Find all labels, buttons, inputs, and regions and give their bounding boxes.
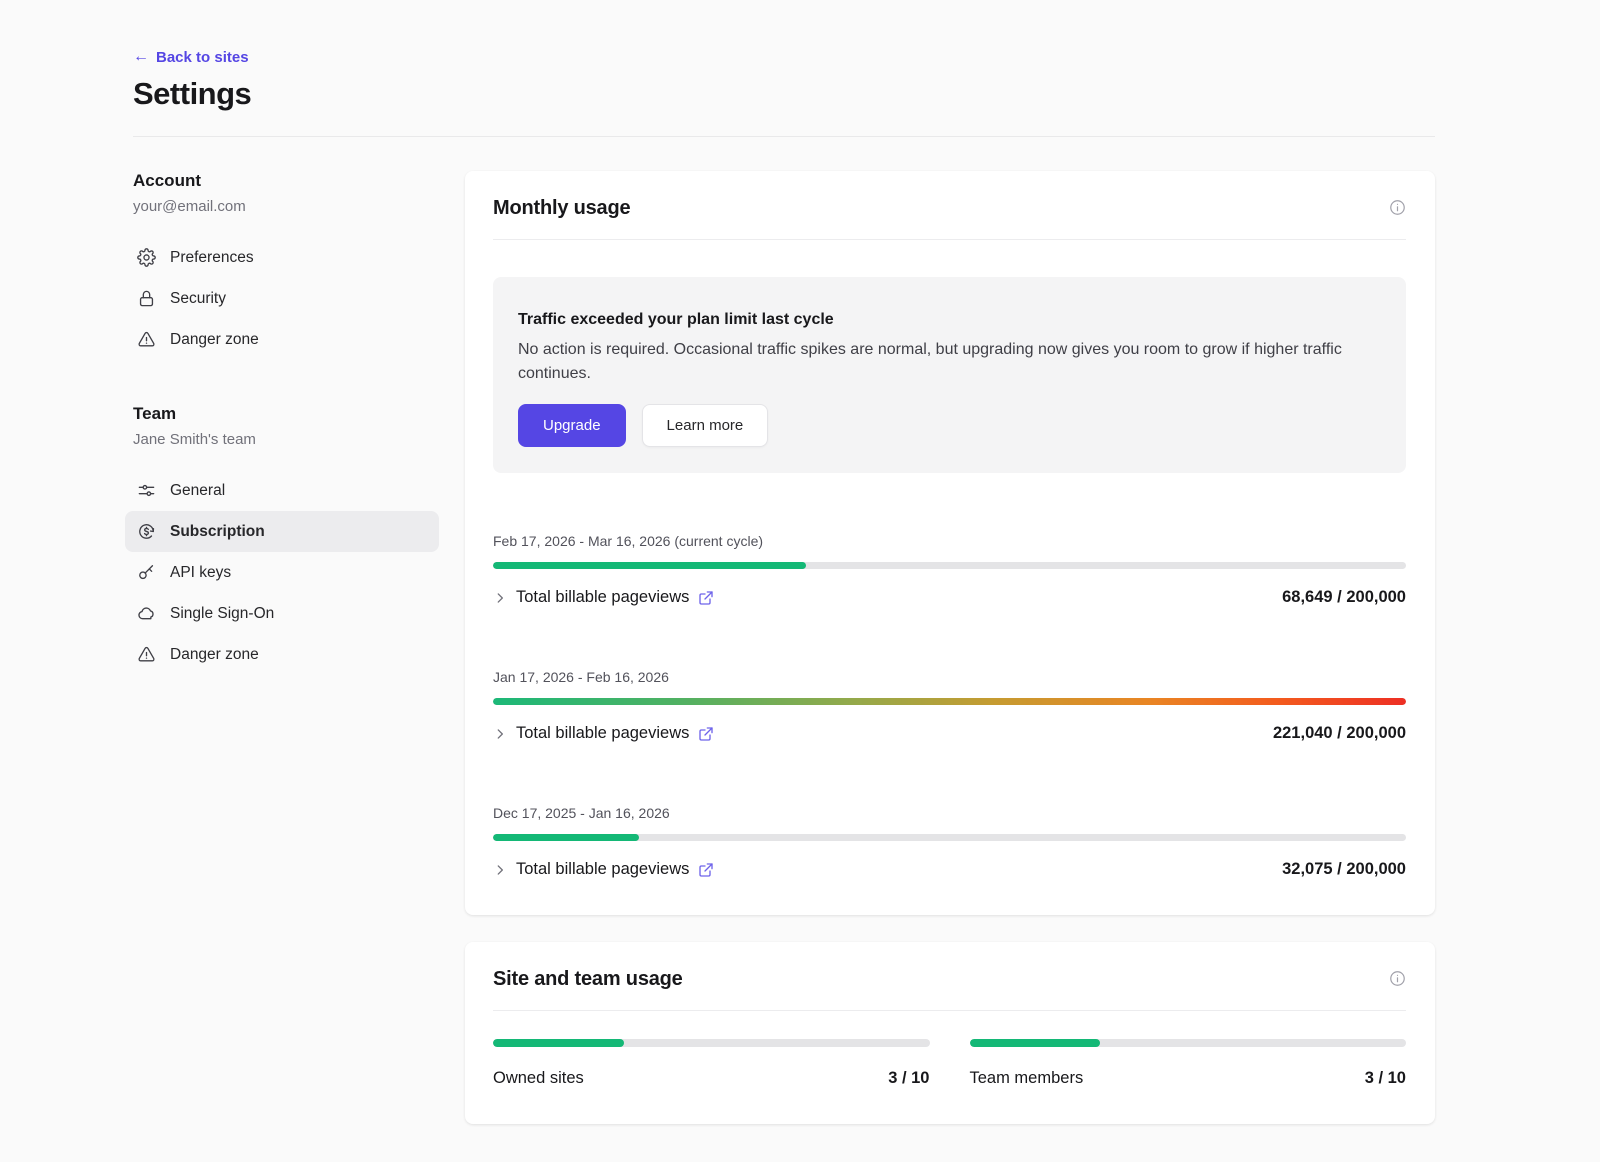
team-section-title: Team [133, 404, 465, 424]
notice-title: Traffic exceeded your plan limit last cy… [518, 311, 1381, 329]
usage-progress-track [493, 834, 1406, 841]
usage-progress-track [493, 562, 1406, 569]
chevron-right-icon[interactable] [493, 727, 507, 741]
usage-progress-fill [493, 562, 806, 569]
back-arrow-icon: ← [133, 49, 149, 65]
account-nav: Preferences Security Danger zone [125, 237, 439, 360]
sidebar-item-general[interactable]: General [125, 470, 439, 511]
cycle-period-label: Jan 17, 2026 - Feb 16, 2026 [493, 669, 1406, 685]
sidebar-item-label: Subscription [170, 523, 265, 541]
usage-cycle-previous: Jan 17, 2026 - Feb 16, 2026 Total billab… [493, 669, 1406, 743]
info-icon[interactable] [1389, 199, 1406, 216]
cycle-usage-value: 32,075 / 200,000 [1282, 860, 1406, 879]
header-divider [133, 136, 1435, 137]
settings-sidebar: Account your@email.com Preferences Secur… [133, 171, 465, 1124]
usage-cycles: Feb 17, 2026 - Mar 16, 2026 (current cyc… [493, 533, 1406, 879]
cycle-metric-label: Total billable pageviews [516, 724, 689, 743]
settings-page: ← Back to sites Settings Account your@em… [0, 0, 1600, 1124]
settings-main: Monthly usage Traffic exceeded your plan… [465, 171, 1435, 1124]
sidebar-item-label: Danger zone [170, 331, 259, 349]
cycle-metric-row[interactable]: Total billable pageviews 68,649 / 200,00… [493, 588, 1406, 607]
team-nav: General Subscription API keys [125, 470, 439, 675]
account-email: your@email.com [133, 198, 465, 215]
external-link-icon[interactable] [698, 590, 714, 606]
owned-sites-progress-fill [493, 1039, 624, 1047]
back-link-label: Back to sites [156, 49, 249, 66]
usage-progress-fill [493, 698, 1406, 705]
notice-actions: Upgrade Learn more [518, 404, 1381, 447]
sidebar-item-subscription[interactable]: Subscription [125, 511, 439, 552]
warning-icon [137, 330, 156, 349]
team-members-progress-fill [970, 1039, 1101, 1047]
monthly-usage-card: Monthly usage Traffic exceeded your plan… [465, 171, 1435, 915]
chevron-right-icon[interactable] [493, 591, 507, 605]
cycle-usage-value: 221,040 / 200,000 [1273, 724, 1406, 743]
external-link-icon[interactable] [698, 862, 714, 878]
owned-sites-value: 3 / 10 [888, 1069, 929, 1088]
gear-icon [137, 248, 156, 267]
cycle-usage-value: 68,649 / 200,000 [1282, 588, 1406, 607]
cycle-metric-row[interactable]: Total billable pageviews 32,075 / 200,00… [493, 860, 1406, 879]
card-divider [493, 1010, 1406, 1011]
sidebar-item-danger-zone-team[interactable]: Danger zone [125, 634, 439, 675]
dollar-cycle-icon [137, 522, 156, 541]
site-team-stats: Owned sites 3 / 10 Team members 3 / 10 [493, 1039, 1406, 1088]
warning-icon [137, 645, 156, 664]
sidebar-item-danger-zone-account[interactable]: Danger zone [125, 319, 439, 360]
owned-sites-label: Owned sites [493, 1069, 584, 1088]
sidebar-item-label: Preferences [170, 249, 254, 267]
page-title: Settings [133, 76, 1435, 112]
info-icon[interactable] [1389, 970, 1406, 987]
team-members-value: 3 / 10 [1365, 1069, 1406, 1088]
sidebar-item-api-keys[interactable]: API keys [125, 552, 439, 593]
cycle-period-label: Dec 17, 2025 - Jan 16, 2026 [493, 805, 1406, 821]
sidebar-item-label: API keys [170, 564, 231, 582]
usage-progress-fill [493, 834, 639, 841]
team-members-row: Team members 3 / 10 [970, 1069, 1407, 1088]
sidebar-item-single-sign-on[interactable]: Single Sign-On [125, 593, 439, 634]
chevron-right-icon[interactable] [493, 863, 507, 877]
team-members-label: Team members [970, 1069, 1084, 1088]
cycle-metric-row[interactable]: Total billable pageviews 221,040 / 200,0… [493, 724, 1406, 743]
team-section: Team Jane Smith's team General Subscript… [133, 404, 465, 675]
sliders-icon [137, 481, 156, 500]
account-section-title: Account [133, 171, 465, 191]
team-members-progress-track [970, 1039, 1407, 1047]
usage-cycle-current: Feb 17, 2026 - Mar 16, 2026 (current cyc… [493, 533, 1406, 607]
monthly-usage-title: Monthly usage [493, 197, 630, 220]
sidebar-item-label: Single Sign-On [170, 605, 274, 623]
sidebar-item-label: Danger zone [170, 646, 259, 664]
sidebar-item-preferences[interactable]: Preferences [125, 237, 439, 278]
usage-progress-track [493, 698, 1406, 705]
cycle-period-label: Feb 17, 2026 - Mar 16, 2026 (current cyc… [493, 533, 1406, 549]
main-layout: Account your@email.com Preferences Secur… [133, 171, 1435, 1124]
upgrade-button[interactable]: Upgrade [518, 404, 626, 447]
site-team-usage-header: Site and team usage [493, 968, 1406, 991]
site-team-usage-title: Site and team usage [493, 968, 683, 991]
monthly-usage-header: Monthly usage [493, 197, 1406, 220]
team-name: Jane Smith's team [133, 431, 465, 448]
cloud-icon [137, 604, 156, 623]
owned-sites-row: Owned sites 3 / 10 [493, 1069, 930, 1088]
card-divider [493, 239, 1406, 240]
traffic-exceeded-notice: Traffic exceeded your plan limit last cy… [493, 277, 1406, 473]
cycle-metric-label: Total billable pageviews [516, 588, 689, 607]
owned-sites-progress-track [493, 1039, 930, 1047]
site-team-usage-card: Site and team usage Owned sites 3 / 10 [465, 942, 1435, 1124]
sidebar-item-security[interactable]: Security [125, 278, 439, 319]
external-link-icon[interactable] [698, 726, 714, 742]
lock-icon [137, 289, 156, 308]
key-icon [137, 563, 156, 582]
learn-more-button[interactable]: Learn more [642, 404, 769, 447]
sidebar-item-label: General [170, 482, 225, 500]
back-to-sites-link[interactable]: ← Back to sites [133, 49, 249, 66]
sidebar-item-label: Security [170, 290, 226, 308]
usage-cycle-older: Dec 17, 2025 - Jan 16, 2026 Total billab… [493, 805, 1406, 879]
team-members-stat: Team members 3 / 10 [970, 1039, 1407, 1088]
owned-sites-stat: Owned sites 3 / 10 [493, 1039, 930, 1088]
cycle-metric-label: Total billable pageviews [516, 860, 689, 879]
notice-body: No action is required. Occasional traffi… [518, 338, 1381, 386]
account-section: Account your@email.com Preferences Secur… [133, 171, 465, 360]
